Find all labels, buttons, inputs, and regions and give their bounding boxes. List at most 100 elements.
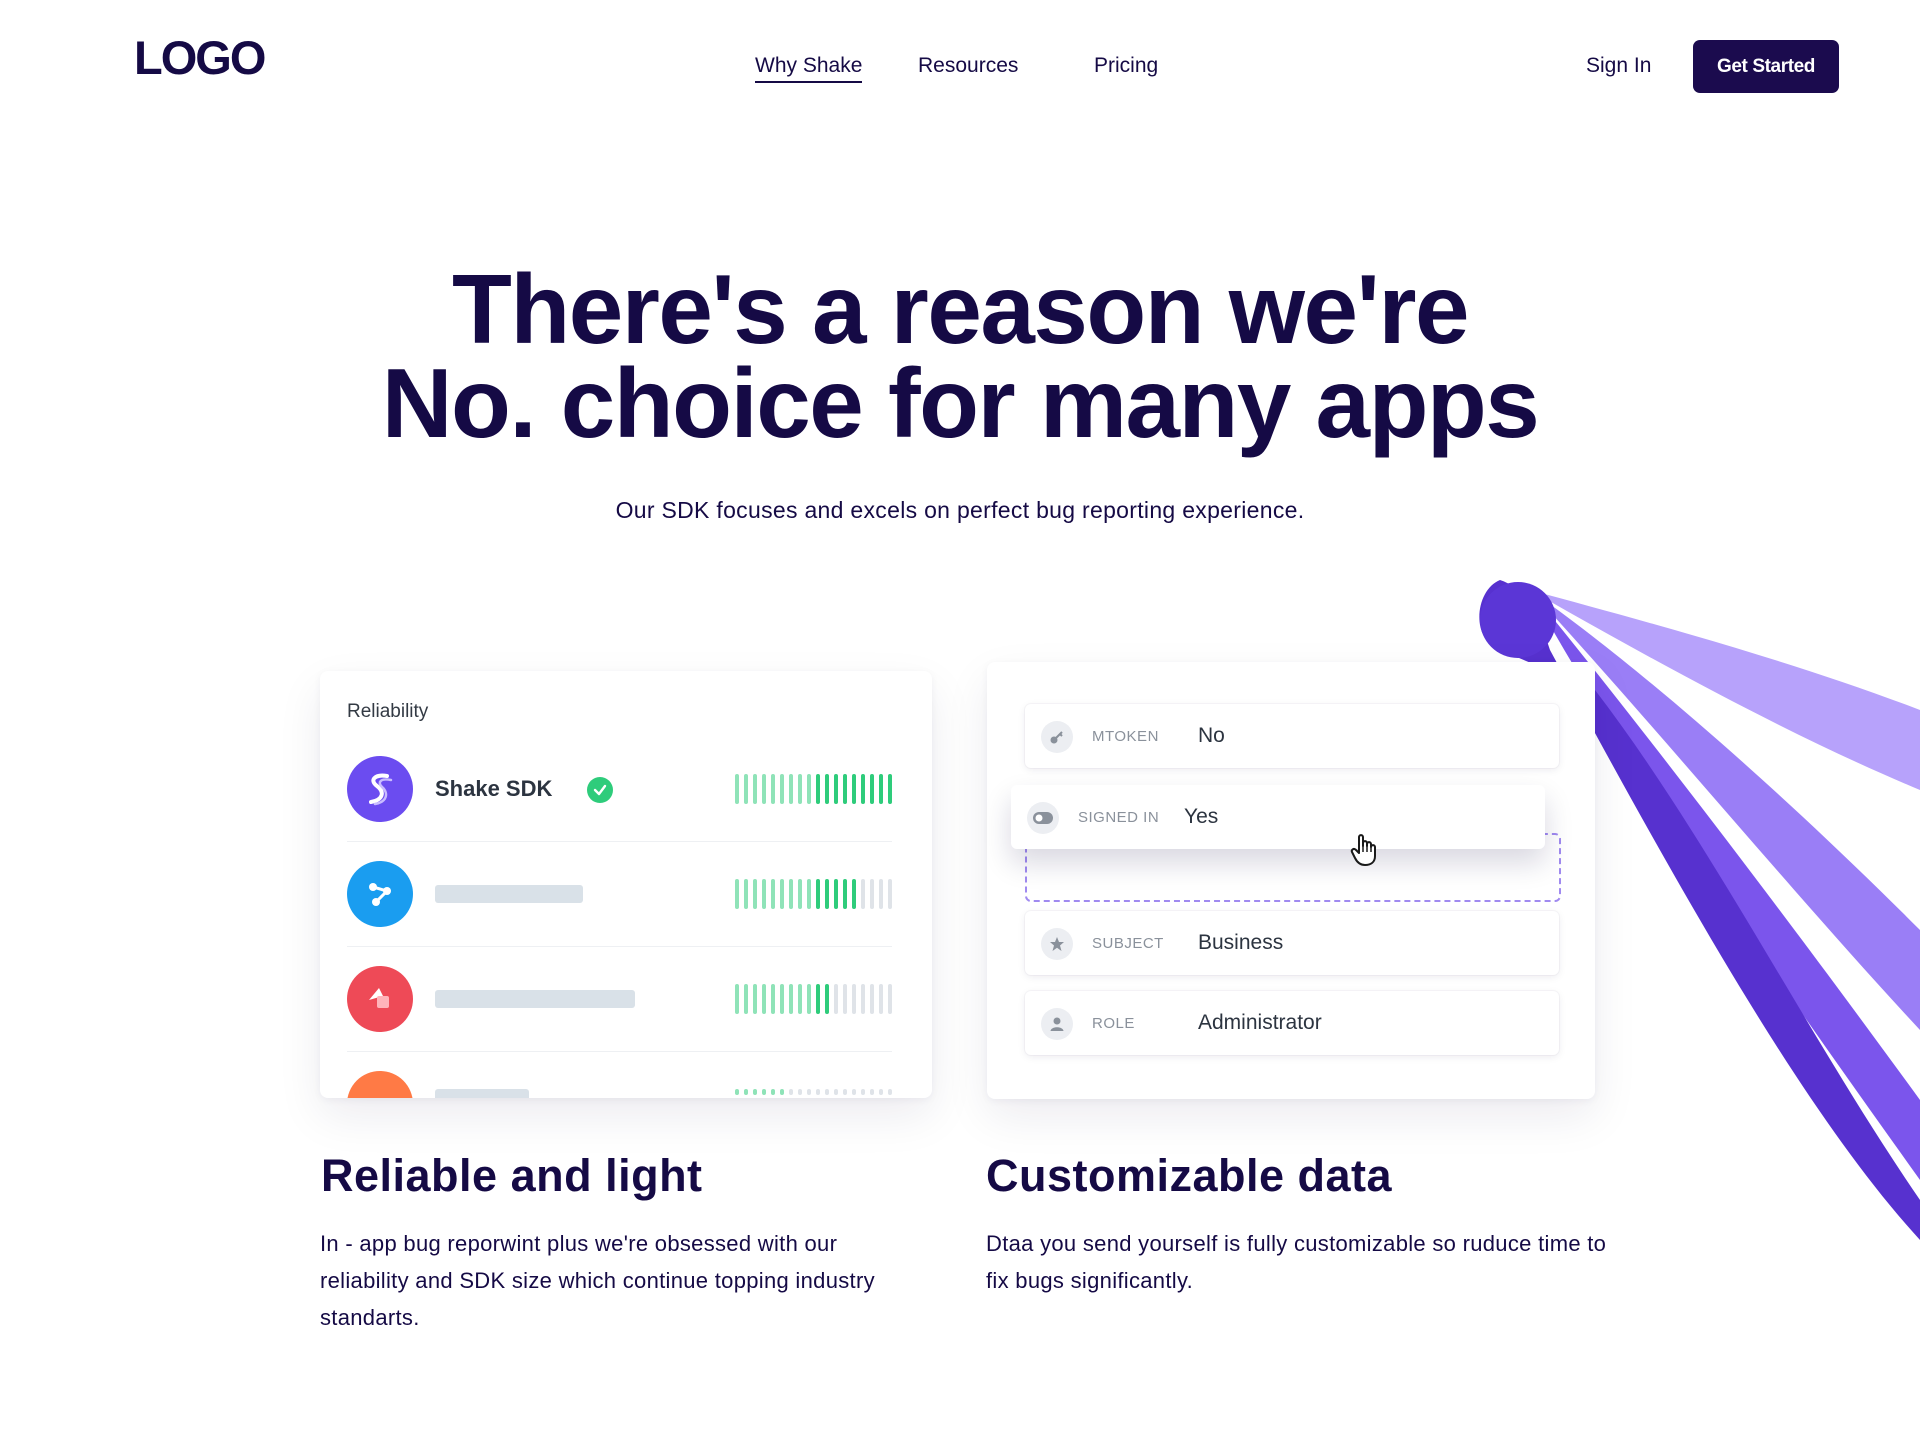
reliability-bar-tick (879, 984, 883, 1014)
network-nodes-icon (347, 861, 413, 927)
shake-logo-icon (347, 756, 413, 822)
reliability-bar-tick (789, 879, 793, 909)
reliability-bar-tick (735, 879, 739, 909)
reliability-bar-tick (861, 984, 865, 1014)
field-key: MTOKEN (1092, 728, 1159, 745)
reliability-bar-tick (870, 879, 874, 909)
reliability-bar-tick (762, 879, 766, 909)
custom-data-card: MTOKEN No SIGNED IN Yes SUBJECT Business… (987, 662, 1595, 1099)
app-shapes-icon (347, 966, 413, 1032)
reliability-bar-tick (816, 774, 820, 804)
star-icon (1041, 928, 1073, 960)
verified-check-icon (587, 777, 613, 803)
field-key: SUBJECT (1092, 935, 1164, 952)
reliability-bar-tick (843, 774, 847, 804)
reliability-bar-tick (834, 774, 838, 804)
data-field-subject[interactable]: SUBJECT Business (1025, 911, 1559, 975)
hand-cursor-icon (1349, 832, 1381, 873)
divider (347, 841, 892, 842)
field-value: Business (1198, 931, 1284, 954)
reliability-bar-tick (753, 984, 757, 1014)
nav-link-why-shake[interactable]: Why Shake (755, 54, 863, 83)
reliability-bar-tick (843, 879, 847, 909)
reliability-card: Reliability Shake SDK (320, 671, 932, 1098)
reliability-bar-tick (789, 1089, 793, 1095)
nav-link-resources[interactable]: Resources (918, 54, 1018, 78)
reliability-bars (735, 1089, 892, 1095)
reliability-bar-tick (789, 984, 793, 1014)
reliability-bar-tick (852, 984, 856, 1014)
reliability-bar-tick (816, 1089, 820, 1095)
reliability-bar-tick (861, 774, 865, 804)
reliability-bar-tick (834, 879, 838, 909)
row-name: Shake SDK (435, 776, 553, 801)
reliability-bar-tick (879, 1089, 883, 1095)
reliability-bar-tick (816, 879, 820, 909)
reliability-bar-tick (888, 879, 892, 909)
reliability-bar-tick (735, 1089, 739, 1095)
data-field-role[interactable]: ROLE Administrator (1025, 991, 1559, 1055)
hero-title-line2: No. choice for many apps (381, 348, 1540, 458)
data-field-mtoken[interactable]: MTOKEN No (1025, 704, 1559, 768)
reliability-bar-tick (771, 879, 775, 909)
field-key: SIGNED IN (1078, 809, 1160, 826)
reliability-bars (735, 984, 892, 1014)
reliability-bar-tick (789, 774, 793, 804)
reliability-bar-tick (780, 774, 784, 804)
nav-link-pricing[interactable]: Pricing (1094, 54, 1158, 78)
field-key: ROLE (1092, 1015, 1135, 1032)
reliability-bar-tick (771, 1089, 775, 1095)
reliability-bar-tick (744, 879, 748, 909)
field-value: Yes (1184, 805, 1219, 828)
placeholder-bar (435, 990, 635, 1008)
reliability-bar-tick (807, 879, 811, 909)
reliability-bar-tick (861, 1089, 865, 1095)
get-started-button[interactable]: Get Started (1693, 40, 1839, 93)
reliability-bar-tick (825, 879, 829, 909)
feature-body-reliable: In - app bug reporwint plus we're obsess… (320, 1231, 875, 1330)
reliability-bar-tick (816, 984, 820, 1014)
reliability-bar-tick (807, 984, 811, 1014)
reliability-bar-tick (888, 1089, 892, 1095)
reliability-bar-tick (735, 774, 739, 804)
sign-in-link[interactable]: Sign In (1586, 54, 1651, 78)
reliability-bar-tick (834, 1089, 838, 1095)
reliability-bar-tick (798, 774, 802, 804)
divider (347, 946, 892, 947)
reliability-bar-tick (798, 984, 802, 1014)
reliability-bar-tick (735, 984, 739, 1014)
reliability-bar-tick (798, 879, 802, 909)
reliability-bar-tick (753, 1089, 757, 1095)
reliability-bar-tick (870, 774, 874, 804)
divider (347, 1051, 892, 1052)
reliability-bar-tick (879, 774, 883, 804)
reliability-bars (735, 879, 892, 909)
logo[interactable]: LOGO (134, 30, 266, 85)
list-item (347, 1071, 892, 1098)
feature-title-reliable: Reliable and light (321, 1150, 703, 1201)
reliability-bar-tick (744, 774, 748, 804)
field-value: Administrator (1198, 1011, 1322, 1034)
feature-title-custom: Customizable data (986, 1150, 1393, 1201)
reliability-bar-tick (870, 1089, 874, 1095)
reliability-bar-tick (753, 879, 757, 909)
reliability-bar-tick (843, 984, 847, 1014)
reliability-bar-tick (807, 774, 811, 804)
toggle-icon (1027, 802, 1059, 834)
reliability-bar-tick (780, 1089, 784, 1095)
key-icon (1041, 721, 1073, 753)
reliability-card-title: Reliability (347, 701, 429, 722)
reliability-bar-tick (843, 1089, 847, 1095)
reliability-bar-tick (753, 774, 757, 804)
reliability-bar-tick (852, 879, 856, 909)
field-value: No (1198, 724, 1225, 747)
placeholder-bar (435, 1089, 529, 1098)
reliability-bar-tick (825, 1089, 829, 1095)
reliability-bar-tick (771, 774, 775, 804)
reliability-bar-tick (744, 1089, 748, 1095)
data-field-signed-in[interactable]: SIGNED IN Yes (1011, 785, 1545, 849)
reliability-bar-tick (861, 879, 865, 909)
list-item: Shake SDK (347, 756, 892, 861)
reliability-bar-tick (834, 984, 838, 1014)
reliability-bar-tick (807, 1089, 811, 1095)
